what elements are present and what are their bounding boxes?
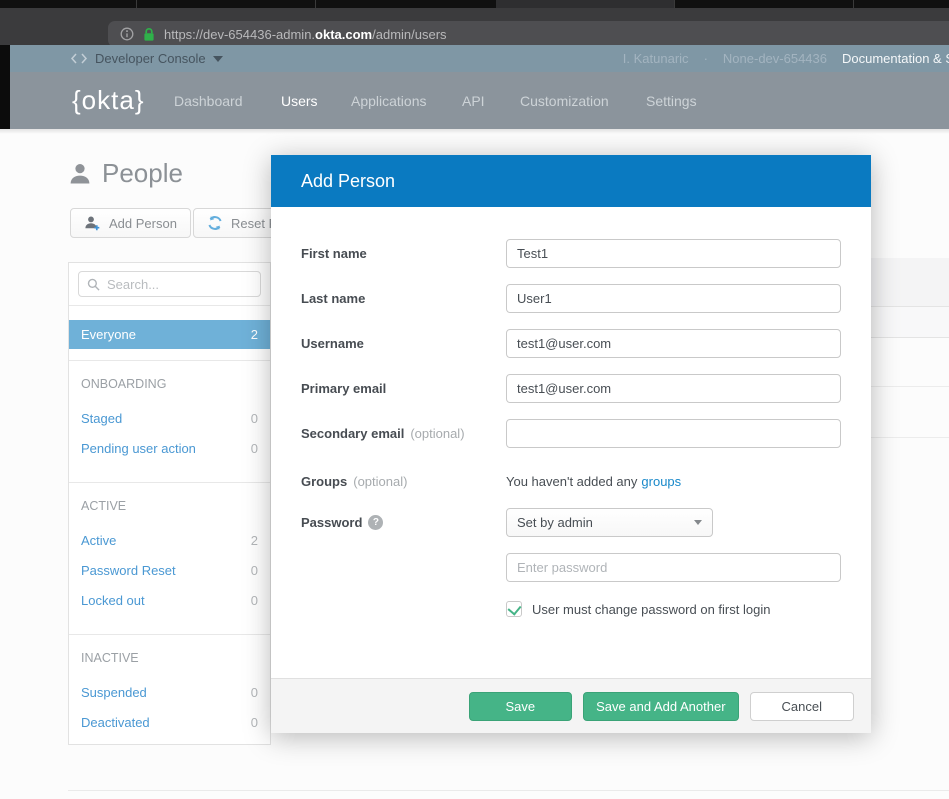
console-label: Developer Console [95,51,206,66]
primary-email-row: Primary email [271,374,871,403]
nav-item-users[interactable]: Users [281,93,318,109]
save-and-add-another-button[interactable]: Save and Add Another [583,692,738,721]
filter-count: 0 [251,411,258,426]
change-password-row: User must change password on first login [271,599,871,628]
save-button[interactable]: Save [469,692,573,721]
cancel-button[interactable]: Cancel [750,692,854,721]
filter-count: 0 [251,715,258,730]
chevron-down-icon [213,56,223,62]
active-browser-tab[interactable] [496,0,674,8]
dot-separator: · [704,51,708,66]
filter-section-onboarding: ONBOARDING Staged 0 Pending user action … [69,360,270,471]
page-info-icon[interactable] [120,27,134,41]
nav-item-applications[interactable]: Applications [351,93,427,109]
filter-section-active: ACTIVE Active 2 Password Reset 0 Locked … [69,482,270,623]
filter-count: 2 [251,327,258,342]
person-icon [68,162,92,186]
password-type-select[interactable]: Set by admin [506,508,713,537]
help-icon[interactable] [368,515,383,530]
first-name-row: First name [271,239,871,268]
groups-link[interactable]: groups [641,474,681,489]
add-person-button[interactable]: Add Person [70,208,191,238]
browser-url-bar: https://dev-654436-admin.okta.com/admin/… [0,8,949,45]
primary-email-input[interactable] [506,374,841,403]
console-switcher[interactable]: Developer Console [70,45,223,72]
filter-active[interactable]: Active 2 [81,525,258,555]
page-bottom-divider [68,790,949,791]
page-title: People [68,158,183,189]
nav-item-api[interactable]: API [462,93,485,109]
filter-section-inactive: INACTIVE Suspended 0 Deactivated 0 [69,634,270,745]
modal-header: Add Person [271,155,871,207]
main-nav-bar: {okta} Dashboard Users Applications API … [0,72,949,129]
select-caret-icon [694,520,702,525]
filter-staged[interactable]: Staged 0 [81,403,258,433]
secondary-email-row: Secondary email(optional) [271,419,871,448]
address-bar[interactable]: https://dev-654436-admin.okta.com/admin/… [108,21,949,47]
username-row: Username [271,329,871,358]
search-icon [87,278,100,291]
nav-item-dashboard[interactable]: Dashboard [174,93,243,109]
okta-logo[interactable]: {okta} [72,85,145,116]
change-password-checkbox[interactable] [506,601,522,617]
nav-item-customization[interactable]: Customization [520,93,609,109]
tab-divider [674,0,675,8]
filter-count: 0 [251,441,258,456]
search-input[interactable] [107,277,237,292]
modal-title: Add Person [301,171,395,192]
org-name: None-dev-654436 [723,51,827,66]
filter-count: 2 [251,533,258,548]
search-field-frame [78,271,261,297]
last-name-row: Last name [271,284,871,313]
browser-tabstrip [0,0,949,8]
password-input-row [271,553,871,582]
password-input[interactable] [506,553,841,582]
developer-console-bar: Developer Console I. Katunaric · None-de… [0,45,949,72]
filter-pending-user-action[interactable]: Pending user action 0 [81,433,258,463]
filter-count: 0 [251,563,258,578]
code-brackets-icon [70,53,88,64]
people-filter-sidebar: Everyone 2 ONBOARDING Staged 0 Pending u… [68,262,271,745]
username-input[interactable] [506,329,841,358]
first-name-input[interactable] [506,239,841,268]
filter-locked-out[interactable]: Locked out 0 [81,585,258,615]
add-person-icon [84,215,101,232]
user-name: I. Katunaric [623,51,689,66]
tab-divider [315,0,316,8]
secure-lock-icon[interactable] [143,27,155,42]
nav-shadow [0,129,949,134]
groups-row: Groups(optional) You haven't added anygr… [271,467,871,496]
url-text: https://dev-654436-admin.okta.com/admin/… [164,27,447,42]
section-header: INACTIVE [81,651,258,665]
nav-item-settings[interactable]: Settings [646,93,697,109]
filter-count: 0 [251,593,258,608]
password-row: Password Set by admin [271,508,871,537]
last-name-input[interactable] [506,284,841,313]
filter-count: 0 [251,685,258,700]
add-person-modal: Add Person First name Last name Username… [271,155,871,733]
filter-suspended[interactable]: Suspended 0 [81,677,258,707]
filter-deactivated[interactable]: Deactivated 0 [81,707,258,737]
modal-footer: Save Save and Add Another Cancel [271,678,871,733]
documentation-link[interactable]: Documentation & S [842,51,949,66]
tab-divider [136,0,137,8]
secondary-email-input[interactable] [506,419,841,448]
filter-everyone[interactable]: Everyone 2 [69,320,270,349]
section-header: ONBOARDING [81,377,258,391]
window-edge [0,45,10,129]
tab-divider [853,0,854,8]
search-row [69,263,270,306]
section-header: ACTIVE [81,499,258,513]
filter-password-reset[interactable]: Password Reset 0 [81,555,258,585]
refresh-icon [207,215,223,231]
